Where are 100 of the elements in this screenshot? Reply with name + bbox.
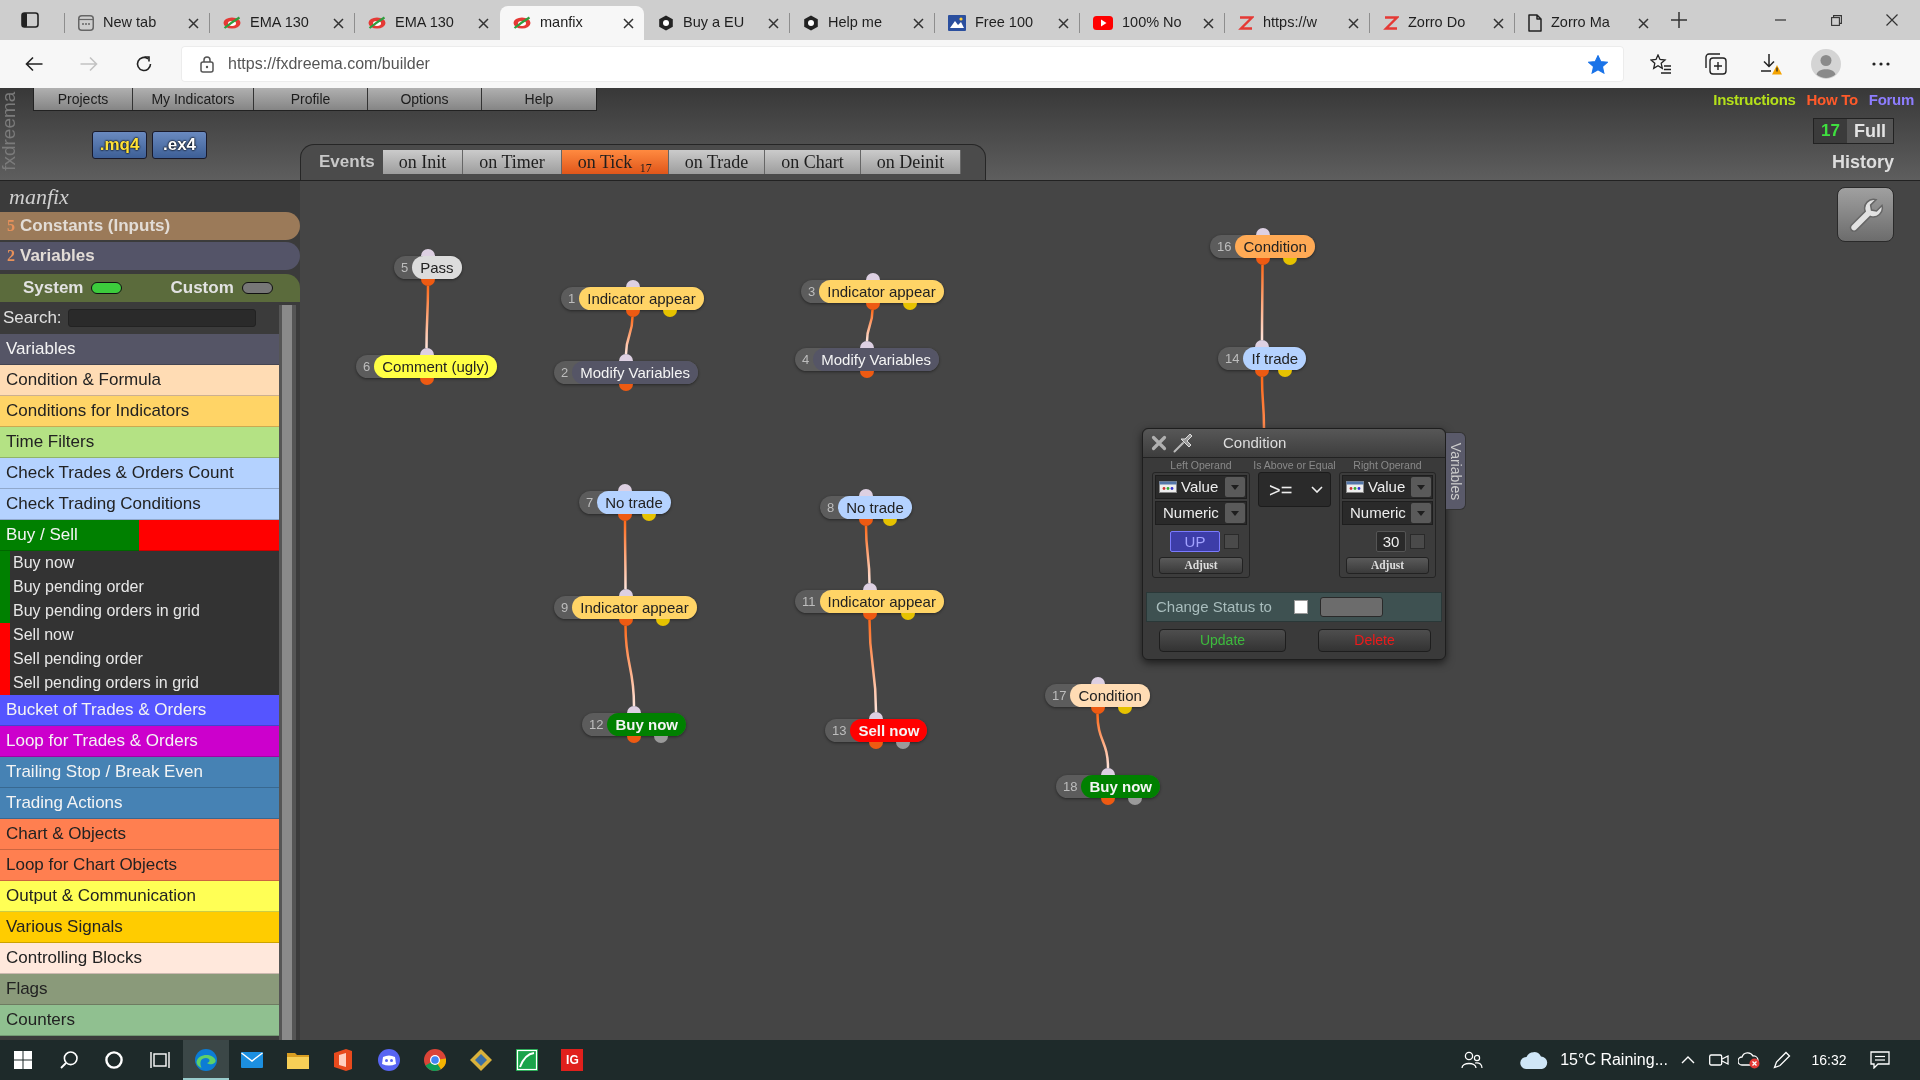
value-field[interactable]: UP: [1170, 530, 1220, 552]
category-item[interactable]: Conditions for Indicators: [0, 396, 279, 427]
close-icon[interactable]: [1638, 17, 1649, 29]
category-item[interactable]: Loop for Trades & Orders: [0, 726, 279, 757]
order-type-item[interactable]: Buy pending orders in grid: [0, 599, 279, 623]
pen-icon[interactable]: [1773, 1051, 1791, 1069]
checkbox[interactable]: [1410, 533, 1425, 549]
category-item[interactable]: Trailing Stop / Break Even: [0, 757, 279, 788]
variables-header[interactable]: 2 Variables: [0, 242, 300, 270]
star-icon[interactable]: [1588, 54, 1608, 74]
close-icon[interactable]: [1058, 17, 1069, 29]
source-dropdown[interactable]: Value: [1342, 475, 1433, 499]
browser-tab[interactable]: manfix: [500, 6, 644, 40]
weather-button[interactable]: 15°C Raining...: [1516, 1040, 1672, 1080]
close-icon[interactable]: [1348, 17, 1359, 29]
people-icon[interactable]: [1461, 1051, 1484, 1069]
order-type-item[interactable]: Sell now: [0, 623, 279, 647]
category-item[interactable]: Trading Actions: [0, 788, 279, 819]
order-type-item[interactable]: Buy pending order: [0, 575, 279, 599]
adjust-button[interactable]: Adjust: [1159, 557, 1243, 574]
back-icon[interactable]: [25, 56, 43, 72]
more-icon[interactable]: [1872, 62, 1890, 66]
category-item[interactable]: Variables: [0, 334, 279, 365]
notification-icon[interactable]: [1870, 1051, 1890, 1069]
caret-icon[interactable]: [1225, 477, 1245, 497]
category-item[interactable]: Check Trades & Orders Count: [0, 458, 279, 489]
history-mode-button[interactable]: 17 Full: [1813, 118, 1894, 144]
operator-dropdown[interactable]: >=: [1258, 472, 1331, 507]
minimize-icon[interactable]: [1774, 19, 1786, 21]
clock-text[interactable]: 16:32: [1800, 1040, 1858, 1080]
history-label[interactable]: History: [1832, 149, 1894, 176]
caret-icon[interactable]: [1411, 477, 1431, 497]
avatar-icon[interactable]: [1811, 49, 1841, 79]
toggle-switch[interactable]: [241, 282, 273, 294]
update-button[interactable]: Update: [1159, 629, 1286, 652]
source-dropdown[interactable]: Value: [1155, 475, 1247, 499]
category-item[interactable]: Chart & Objects: [0, 819, 279, 850]
event-tab[interactable]: on Tick $_{17}$: [561, 149, 669, 174]
order-type-item[interactable]: Sell pending order: [0, 647, 279, 671]
camera-icon[interactable]: [1709, 1053, 1729, 1067]
close-icon[interactable]: [1493, 17, 1504, 29]
address-field[interactable]: https://fxdreema.com/builder: [181, 46, 1624, 82]
browser-tab[interactable]: Help me: [790, 6, 934, 40]
close-icon[interactable]: [913, 17, 924, 29]
plus-icon[interactable]: [1671, 12, 1687, 28]
restore-icon[interactable]: [1830, 14, 1842, 26]
order-type-item[interactable]: Buy now: [0, 551, 279, 575]
caret-icon[interactable]: [1411, 503, 1431, 523]
pin-icon[interactable]: [1173, 433, 1195, 453]
menu-item[interactable]: Projects: [34, 88, 133, 110]
close-icon[interactable]: [333, 17, 344, 29]
tab-actions-icon[interactable]: [21, 12, 39, 28]
menu-item[interactable]: Help: [482, 88, 596, 110]
event-tab[interactable]: on Init: [382, 149, 464, 174]
format-dropdown[interactable]: Numeric: [1155, 501, 1247, 525]
category-item[interactable]: Check Trading Conditions: [0, 489, 279, 520]
category-item[interactable]: Controlling Blocks: [0, 943, 279, 974]
browser-tab[interactable]: https://w: [1225, 6, 1369, 40]
scrollbar[interactable]: [279, 305, 296, 1040]
export-button[interactable]: .ex4: [152, 131, 207, 159]
cloud-alert-icon[interactable]: [1738, 1051, 1760, 1069]
caret-icon[interactable]: [1225, 503, 1245, 523]
category-item[interactable]: Condition & Formula: [0, 365, 279, 396]
category-item[interactable]: Buy / Sell: [0, 520, 279, 551]
category-item[interactable]: Loop for Chart Objects: [0, 850, 279, 881]
browser-tab[interactable]: Buy a EU: [645, 6, 789, 40]
category-item[interactable]: Various Signals: [0, 912, 279, 943]
status-field[interactable]: [1319, 597, 1383, 617]
format-dropdown[interactable]: Numeric: [1342, 501, 1433, 525]
event-tab[interactable]: on Trade: [668, 149, 766, 174]
checkbox[interactable]: [1224, 533, 1239, 549]
download-icon[interactable]: [1760, 53, 1782, 75]
browser-tab[interactable]: New tab: [65, 6, 209, 40]
tools-button[interactable]: [1837, 187, 1894, 242]
event-tab[interactable]: on Timer: [463, 149, 562, 174]
order-type-item[interactable]: Sell pending orders in grid: [0, 671, 279, 695]
browser-tab[interactable]: 100% No: [1080, 6, 1224, 40]
browser-tab[interactable]: EMA 130: [355, 6, 499, 40]
close-icon[interactable]: [1203, 17, 1214, 29]
category-item[interactable]: Counters: [0, 1005, 279, 1036]
value-field[interactable]: 30: [1376, 530, 1406, 552]
variables-tab[interactable]: Variables: [1446, 432, 1466, 510]
browser-tab[interactable]: Zorro Do: [1370, 6, 1514, 40]
browser-tab[interactable]: EMA 130: [210, 6, 354, 40]
category-item[interactable]: Flags: [0, 974, 279, 1005]
event-tab[interactable]: on Chart: [765, 149, 861, 174]
refresh-icon[interactable]: [135, 55, 153, 73]
category-item[interactable]: Output & Communication: [0, 881, 279, 912]
favorites-icon[interactable]: [1650, 54, 1672, 74]
export-button[interactable]: .mq4: [92, 131, 147, 159]
close-icon[interactable]: [623, 17, 634, 29]
header-link[interactable]: Instructions: [1713, 89, 1796, 112]
close-icon[interactable]: [1886, 14, 1898, 26]
event-tab[interactable]: on Deinit: [860, 149, 962, 174]
menu-item[interactable]: My Indicators: [133, 88, 254, 110]
browser-tab[interactable]: Free 100: [935, 6, 1079, 40]
adjust-button[interactable]: Adjust: [1346, 557, 1429, 574]
close-icon[interactable]: [188, 17, 199, 29]
taskbar-button[interactable]: IG: [549, 1040, 596, 1080]
category-item[interactable]: Bucket of Trades & Orders: [0, 695, 279, 726]
